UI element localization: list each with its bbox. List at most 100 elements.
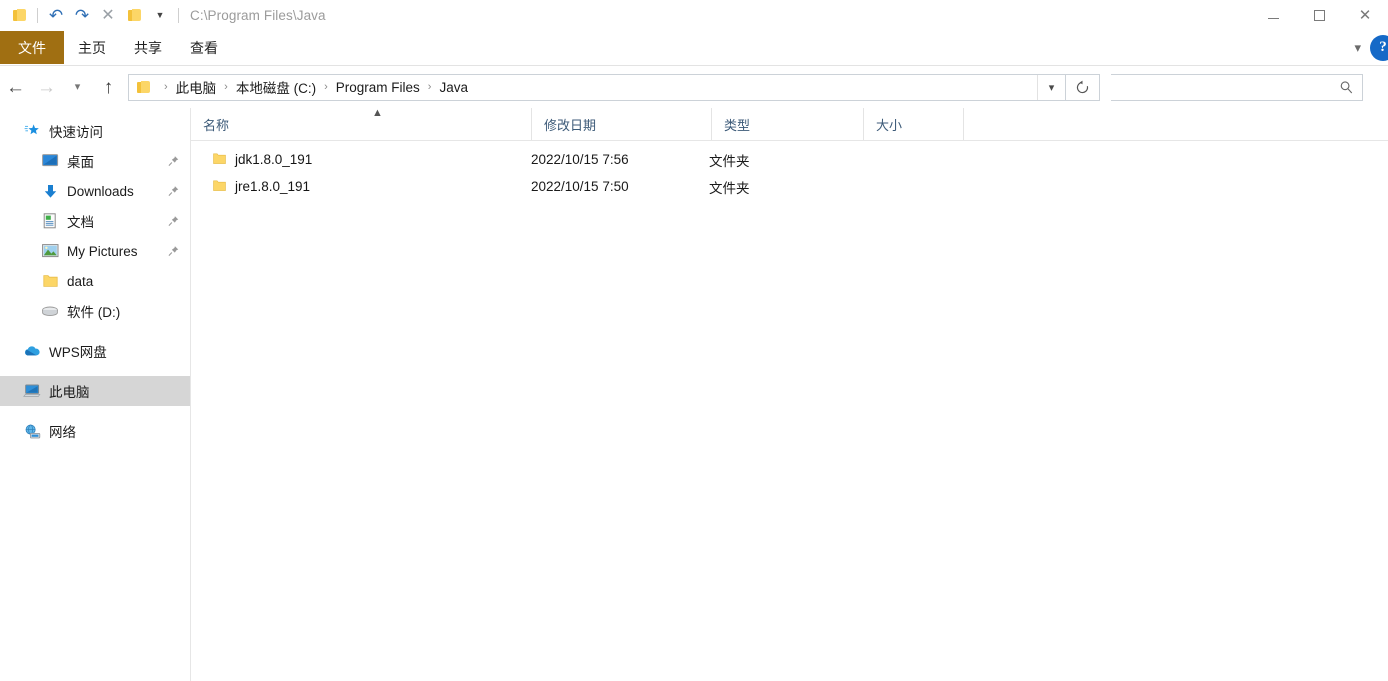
- column-header-label: 名称: [203, 117, 230, 133]
- arrow-up-icon: ↑: [103, 76, 114, 98]
- search-icon: [1339, 80, 1354, 100]
- chevron-down-icon: ▾: [74, 80, 81, 93]
- column-header-label: 大小: [876, 117, 903, 133]
- column-header-label: 类型: [724, 117, 751, 133]
- address-dropdown-button[interactable]: ▾: [1037, 74, 1065, 100]
- window-title: C:\Program Files\Java: [190, 8, 326, 23]
- star-icon: [22, 123, 42, 139]
- sidebar-item-wps-cloud[interactable]: WPS网盘: [0, 336, 190, 366]
- pin-icon[interactable]: [168, 215, 179, 230]
- sidebar-item-this-pc[interactable]: 此电脑: [0, 376, 190, 406]
- redo-icon: ↷: [74, 6, 90, 25]
- sort-ascending-icon: ▲: [372, 107, 383, 119]
- back-button[interactable]: ←: [0, 72, 31, 103]
- search-box[interactable]: [1111, 73, 1363, 101]
- document-icon: [40, 213, 60, 229]
- folder-icon: [12, 9, 26, 22]
- navigation-bar: ← → ▾ ↑ › 此电脑 › 本地磁盘 (C:) › Program File…: [0, 66, 1388, 108]
- folder-icon: [213, 179, 226, 195]
- sidebar-label: 桌面: [67, 155, 94, 170]
- sidebar-item-downloads[interactable]: Downloads: [0, 176, 190, 206]
- sidebar-item-desktop[interactable]: 桌面: [0, 146, 190, 176]
- sidebar-label: 文档: [67, 215, 94, 230]
- folder-icon: [213, 152, 226, 168]
- arrow-left-icon: ←: [6, 76, 25, 98]
- file-type: 文件夹: [709, 153, 750, 169]
- network-icon: [22, 424, 42, 439]
- delete-x-icon: ✕: [101, 6, 115, 24]
- close-button[interactable]: ✕: [1342, 0, 1388, 31]
- column-header-date-modified[interactable]: 修改日期: [531, 108, 711, 140]
- quick-access-toolbar: ↶ ↷ ✕ ▼ C:\Program Files\Java: [0, 0, 326, 31]
- window-controls: ✕: [1250, 0, 1388, 31]
- computer-icon: [22, 384, 42, 398]
- tab-home[interactable]: 主页: [64, 31, 120, 64]
- sidebar-item-network[interactable]: 网络: [0, 416, 190, 446]
- download-icon: [40, 184, 60, 199]
- column-header-name[interactable]: 名称 ▲: [191, 107, 531, 140]
- breadcrumb-item-this-pc[interactable]: 此电脑: [175, 77, 218, 97]
- column-header-size[interactable]: 大小: [863, 108, 964, 140]
- drive-icon: [40, 305, 60, 318]
- redo-button[interactable]: ↷: [69, 3, 95, 29]
- title-bar: ↶ ↷ ✕ ▼ C:\Program Files\Java ✕: [0, 0, 1388, 31]
- sidebar-label: 此电脑: [49, 385, 90, 400]
- column-header-type[interactable]: 类型: [711, 108, 863, 140]
- breadcrumb-separator: ›: [164, 81, 168, 93]
- address-bar[interactable]: › 此电脑 › 本地磁盘 (C:) › Program Files › Java…: [128, 73, 1066, 101]
- undo-button[interactable]: ↶: [43, 3, 69, 29]
- help-icon[interactable]: ?: [1370, 34, 1388, 61]
- refresh-button[interactable]: [1066, 73, 1100, 101]
- customize-toolbar-button[interactable]: ▼: [147, 3, 173, 29]
- toolbar-divider: [37, 8, 38, 23]
- sidebar-item-my-pictures[interactable]: My Pictures: [0, 236, 190, 266]
- breadcrumb-separator: ›: [324, 81, 328, 93]
- sidebar-label: My Pictures: [67, 243, 138, 259]
- expand-ribbon-button[interactable]: ▾: [1345, 40, 1370, 56]
- sidebar-item-data[interactable]: data: [0, 266, 190, 296]
- properties-button[interactable]: [6, 3, 32, 29]
- tab-share[interactable]: 共享: [120, 31, 176, 64]
- breadcrumb-item-local-disk-c[interactable]: 本地磁盘 (C:): [235, 77, 317, 97]
- sidebar-item-quick-access[interactable]: 快速访问: [0, 116, 190, 146]
- table-row[interactable]: jdk1.8.0_191 2022/10/15 7:56 文件夹: [191, 146, 1388, 173]
- breadcrumb-item-program-files[interactable]: Program Files: [335, 80, 421, 95]
- minimize-button[interactable]: [1250, 0, 1296, 31]
- desktop-icon: [40, 154, 60, 168]
- ribbon-tab-bar: 文件 主页 共享 查看 ▾ ?: [0, 31, 1388, 66]
- tab-file[interactable]: 文件: [0, 31, 64, 64]
- delete-button[interactable]: ✕: [95, 3, 121, 29]
- forward-button[interactable]: →: [31, 72, 62, 103]
- sidebar-label: data: [67, 273, 94, 289]
- search-input[interactable]: [1111, 74, 1362, 100]
- up-button[interactable]: ↑: [93, 72, 124, 103]
- folder-icon: [137, 80, 150, 94]
- table-row[interactable]: jre1.8.0_191 2022/10/15 7:50 文件夹: [191, 173, 1388, 200]
- breadcrumb-separator: ›: [427, 81, 432, 93]
- sidebar-item-documents[interactable]: 文档: [0, 206, 190, 236]
- ribbon-right-controls: ▾ ?: [1345, 31, 1388, 64]
- tab-view[interactable]: 查看: [176, 31, 232, 64]
- file-list-pane: 名称 ▲ 修改日期 类型 大小 jdk1.8.0_191 2022/10/15 …: [191, 107, 1388, 681]
- refresh-icon: [1076, 80, 1089, 93]
- toolbar-divider-2: [178, 8, 179, 23]
- pin-icon[interactable]: [168, 155, 179, 170]
- folder-icon: [40, 274, 60, 288]
- file-type: 文件夹: [709, 180, 750, 196]
- sidebar-label: Downloads: [67, 183, 134, 199]
- maximize-button[interactable]: [1296, 0, 1342, 31]
- close-icon: ✕: [1358, 7, 1372, 24]
- pin-icon[interactable]: [168, 245, 179, 260]
- address-bar-tail: ▾: [1037, 74, 1065, 100]
- undo-icon: ↶: [48, 6, 64, 25]
- pin-icon[interactable]: [168, 185, 179, 200]
- recent-locations-button[interactable]: ▾: [62, 72, 93, 103]
- sidebar-item-software-d[interactable]: 软件 (D:): [0, 296, 190, 326]
- breadcrumb-item-java[interactable]: Java: [438, 80, 469, 95]
- chevron-down-icon: ▼: [155, 10, 165, 20]
- sidebar-label: 快速访问: [49, 125, 103, 140]
- minimize-icon: [1267, 18, 1279, 19]
- new-folder-button[interactable]: [121, 3, 147, 29]
